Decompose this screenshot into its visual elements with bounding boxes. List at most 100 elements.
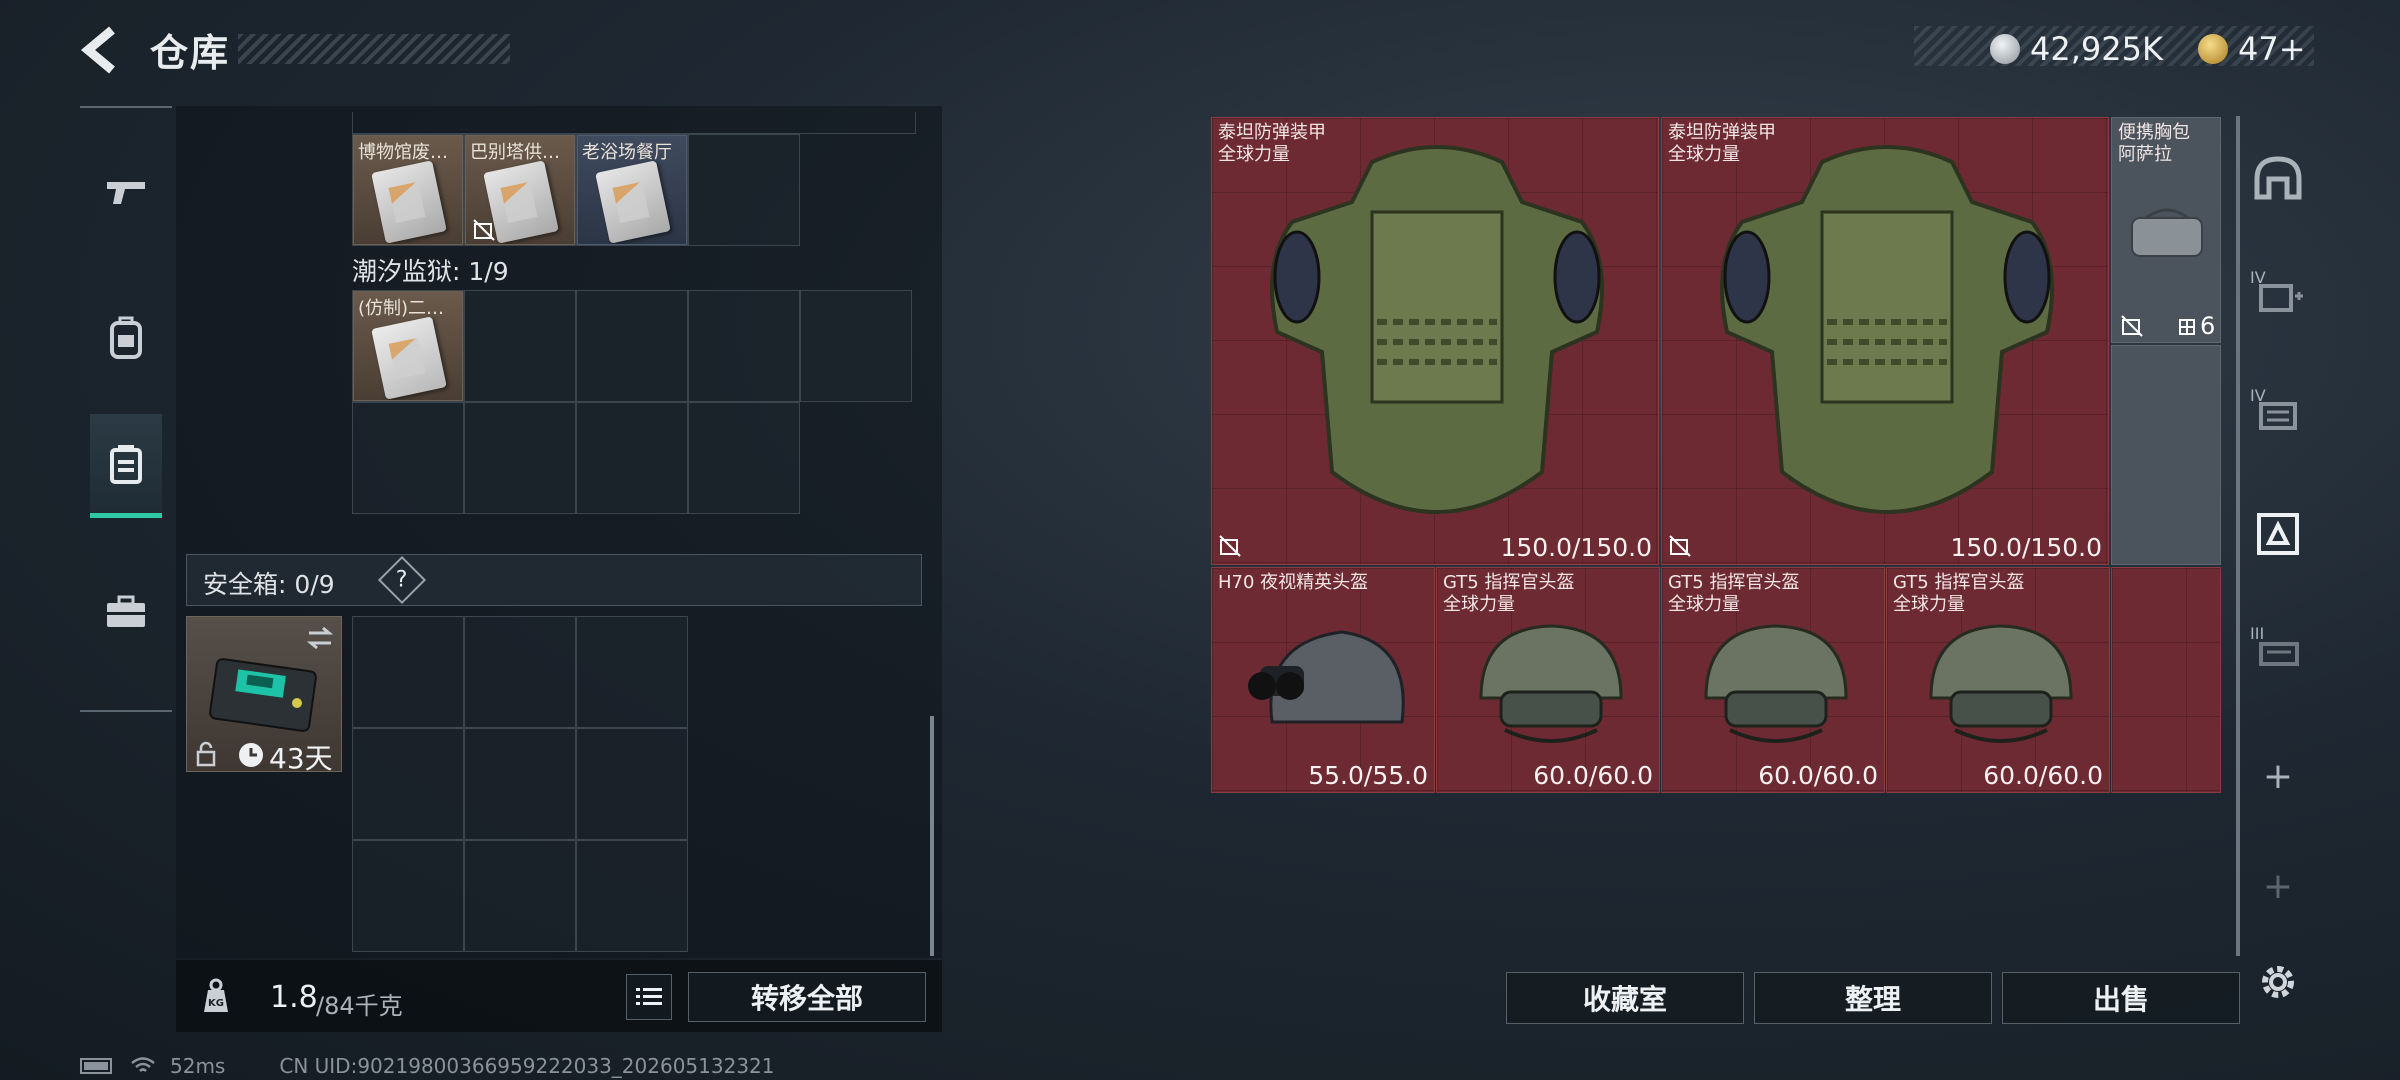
night-vision-helmet-icon <box>1248 630 1405 724</box>
list-icon <box>636 988 662 1005</box>
item-card-babel[interactable]: 巴别塔供… <box>465 135 575 245</box>
equip-titan-armor-1[interactable]: 泰坦防弹装甲 全球力量 150.0/150.0 <box>1211 117 1659 565</box>
grid-cell[interactable] <box>576 616 688 728</box>
no-trade-icon <box>1219 535 1241 557</box>
weight-current: 1.8 <box>270 980 318 1015</box>
grid-cell[interactable] <box>576 290 688 402</box>
lock-icon <box>196 741 216 767</box>
status-bar: 52ms CN UID:902198003669592220​33_202605… <box>80 1052 775 1080</box>
nav-containers[interactable] <box>90 414 162 518</box>
swap-icon[interactable] <box>305 625 335 651</box>
right-nav: IV IV III + + <box>2238 116 2318 956</box>
back-button[interactable] <box>78 24 126 76</box>
empty-red-slot[interactable] <box>2111 567 2221 793</box>
nav-supplies[interactable] <box>90 568 162 656</box>
nav-armor[interactable] <box>90 294 162 382</box>
no-trade-icon <box>1669 535 1691 557</box>
equip-chest-bag[interactable]: 便携胸包 阿萨拉 6 <box>2111 117 2221 343</box>
item-card-museum[interactable]: 博物馆废… <box>353 135 463 245</box>
document-icon <box>371 160 447 244</box>
item-card-tidal[interactable]: (仿制)二… <box>353 291 463 401</box>
level-label: IV <box>2250 386 2266 405</box>
back-arrow-icon <box>80 26 115 74</box>
briefcase-icon <box>107 595 145 627</box>
grid-cell[interactable] <box>576 402 688 514</box>
grid-cell[interactable] <box>352 840 464 952</box>
list-view-button[interactable] <box>626 974 672 1020</box>
gold-amount: 47+ <box>2238 30 2306 68</box>
equip-h70-helmet[interactable]: H70 夜视精英头盔 55.0/55.0 <box>1211 567 1435 793</box>
level-label: III <box>2250 624 2265 643</box>
grid-cell[interactable] <box>464 402 576 514</box>
rnav-helmet[interactable] <box>2238 138 2318 218</box>
equip-durability: 60.0/60.0 <box>1983 761 2103 790</box>
collection-room-button[interactable]: 收藏室 <box>1506 972 1744 1024</box>
help-glyph: ? <box>396 567 408 593</box>
grid-cell[interactable] <box>688 134 800 246</box>
grid-cell[interactable] <box>464 616 576 728</box>
organize-button[interactable]: 整理 <box>1754 972 1992 1024</box>
rnav-add-1[interactable]: + <box>2238 736 2318 816</box>
weight-bar: KG 1.8 /84千克 转移全部 <box>176 960 942 1032</box>
level-label: IV <box>2250 268 2266 287</box>
equip-name: GT5 指挥官头盔 全球力量 <box>1443 572 1575 615</box>
equip-gt5-helmet-2[interactable]: GT5 指挥官头盔 全球力量 60.0/60.0 <box>1661 567 1885 793</box>
equip-durability: 55.0/55.0 <box>1308 761 1428 790</box>
stash-scrollbar[interactable] <box>930 716 934 956</box>
equip-name: H70 夜视精英头盔 <box>1218 572 1369 593</box>
rnav-backpack-iii[interactable]: III <box>2238 612 2318 692</box>
grid-cell[interactable] <box>688 290 800 402</box>
cut-off-grid-row <box>352 112 916 134</box>
safe-box-header: 安全箱: 0/9 ? <box>186 554 922 606</box>
help-icon[interactable]: ? <box>377 555 427 605</box>
gold-currency[interactable]: 47+ <box>2198 30 2306 68</box>
rnav-chest-iv[interactable]: IV <box>2238 374 2318 454</box>
uid-text: CN UID:902198003669592220​33_20260513232… <box>279 1054 775 1078</box>
backpack-icon <box>110 316 142 359</box>
grid-cell[interactable] <box>576 728 688 840</box>
rnav-inventory-active[interactable] <box>2238 494 2318 574</box>
bag-capacity: 6 <box>2200 312 2216 340</box>
equip-durability: 60.0/60.0 <box>1758 761 1878 790</box>
rnav-armor-iv[interactable]: IV <box>2238 256 2318 336</box>
gun-icon <box>107 182 145 204</box>
nav-weapons[interactable] <box>90 148 162 236</box>
safe-box-icon <box>209 658 317 732</box>
settings-button[interactable] <box>2250 954 2306 1010</box>
left-nav <box>80 106 172 712</box>
grid-cell[interactable] <box>464 290 576 402</box>
equip-gt5-helmet-1[interactable]: GT5 指挥官头盔 全球力量 60.0/60.0 <box>1436 567 1660 793</box>
title-decoration <box>238 34 510 64</box>
grid-cell[interactable] <box>800 290 912 402</box>
grid-cell[interactable] <box>352 616 464 728</box>
inventory-grid-icon <box>2257 513 2299 555</box>
silver-amount: 42,925K <box>2030 30 2163 68</box>
equip-gt5-helmet-3[interactable]: GT5 指挥官头盔 全球力量 60.0/60.0 <box>1886 567 2110 793</box>
equip-titan-armor-2[interactable]: 泰坦防弹装甲 全球力量 150.0/150.0 <box>1661 117 2109 565</box>
silver-currency[interactable]: 42,925K <box>1990 30 2163 68</box>
safe-box-days: 43天 <box>269 742 333 775</box>
grid-cell[interactable] <box>688 402 800 514</box>
tidal-prison-grid-row2 <box>352 402 800 514</box>
item-label: (仿制)二… <box>358 298 445 319</box>
grid-cell[interactable] <box>464 728 576 840</box>
helmet-icon <box>1479 624 1623 743</box>
equip-name: GT5 指挥官头盔 全球力量 <box>1668 572 1800 615</box>
equip-name: 泰坦防弹装甲 全球力量 <box>1218 122 1326 165</box>
helmet-icon <box>1704 624 1848 743</box>
item-card-bathhouse[interactable]: 老浴场餐厅 <box>577 135 687 245</box>
safe-box-item[interactable]: 43天 <box>186 616 342 775</box>
grid-cell[interactable] <box>576 840 688 952</box>
grid-cell[interactable] <box>352 728 464 840</box>
grid-cell[interactable] <box>464 840 576 952</box>
silver-coin-icon <box>1990 34 2020 64</box>
sell-button[interactable]: 出售 <box>2002 972 2240 1024</box>
bag-icon <box>2131 208 2203 257</box>
transfer-all-button[interactable]: 转移全部 <box>688 972 926 1022</box>
grid-cell[interactable] <box>352 402 464 514</box>
container-icon <box>110 444 142 484</box>
empty-slot[interactable] <box>2111 345 2221 565</box>
wifi-icon <box>131 1057 155 1072</box>
no-trade-icon <box>473 219 495 241</box>
rnav-add-2[interactable]: + <box>2238 846 2318 926</box>
